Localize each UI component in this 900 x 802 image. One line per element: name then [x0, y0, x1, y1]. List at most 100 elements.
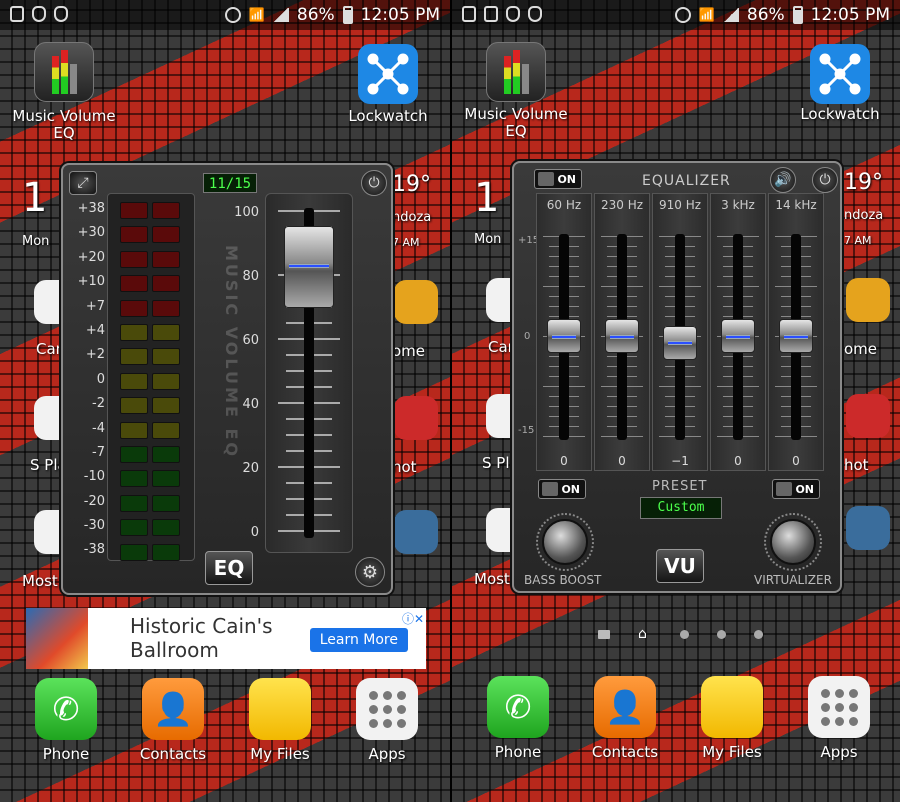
eq-mode-button[interactable]: EQ [205, 551, 253, 585]
my-files-app-icon[interactable] [701, 676, 763, 738]
status-bar: 📶 86% 12:05 PM [0, 0, 450, 30]
vu-segment [120, 470, 148, 488]
alarm-icon [224, 7, 241, 23]
network-icon [819, 53, 861, 95]
volume-scale-label: 0 [250, 525, 259, 540]
virtualizer-knob[interactable] [764, 513, 822, 571]
phone-app-icon[interactable]: ✆ [487, 676, 549, 738]
my-files-app-icon[interactable] [249, 678, 311, 740]
volume-scale-label: 80 [242, 269, 259, 284]
vu-segment [120, 226, 148, 244]
vu-segment [120, 324, 148, 341]
band-slider-knob[interactable] [779, 319, 813, 353]
vu-segment [120, 250, 148, 268]
ad-close-icon[interactable]: ⓘ✕ [402, 610, 424, 627]
volume-scale-label: 60 [242, 333, 259, 348]
dock-label-my-files: My Files [702, 743, 762, 761]
vu-segment [120, 519, 148, 537]
band-frequency-label: 60 Hz [546, 198, 582, 212]
battery-percent: 86% [746, 5, 785, 25]
band-value: 0 [734, 454, 742, 468]
dock-label-apps: Apps [820, 743, 858, 761]
vu-db-label: -10 [83, 469, 105, 485]
page-dot[interactable] [680, 629, 689, 639]
band-frequency-label: 230 Hz [600, 198, 644, 212]
band-slider-knob[interactable] [721, 319, 755, 353]
music-volume-eq-app-icon[interactable] [486, 42, 546, 102]
vu-segment [120, 421, 148, 439]
eq-band-3: 3 kHz 0 [710, 193, 766, 471]
chrome-app-icon[interactable] [846, 278, 890, 322]
vu-db-label: +2 [85, 347, 105, 363]
vu-segment [120, 372, 148, 390]
band-value: 0 [560, 454, 568, 468]
volume-slider-knob[interactable] [284, 226, 334, 309]
speaker-icon[interactable]: 🔊 [770, 167, 796, 193]
settings-gear-icon[interactable]: ⚙ [355, 557, 385, 587]
shield-icon [32, 6, 46, 22]
signal-icon [272, 8, 289, 22]
contacts-app-icon[interactable]: 👤 [142, 678, 204, 740]
power-icon[interactable]: ⏻ [361, 170, 387, 196]
power-icon[interactable]: ⏻ [812, 167, 838, 193]
shield-icon [506, 6, 520, 22]
page-dot[interactable] [717, 629, 726, 639]
vu-db-label: -7 [92, 444, 105, 460]
bass-boost-knob[interactable] [536, 513, 594, 571]
phone-icon: ✆ [504, 688, 532, 726]
expand-icon[interactable]: ⤢ [69, 171, 97, 195]
battery-icon [342, 6, 353, 24]
volume-slider-panel [265, 193, 353, 553]
vu-mode-button[interactable]: VU [656, 549, 704, 583]
clock-time: 12:05 PM [360, 5, 440, 25]
vu-segment [152, 299, 180, 317]
ad-cta-button[interactable]: Learn More [309, 628, 408, 652]
virtualizer-toggle[interactable]: ON [772, 479, 820, 499]
home-page-icon[interactable]: ⌂ [638, 627, 652, 641]
photo-widget[interactable] [846, 506, 890, 550]
menu-page-icon[interactable] [598, 629, 610, 639]
app-label-lockwatch: Lockwatch [348, 107, 428, 125]
page-indicator[interactable]: ⌂ [598, 627, 763, 641]
phone-app-icon[interactable]: ✆ [35, 678, 97, 740]
vu-segment [152, 324, 180, 341]
equalizer-widget: ON EQUALIZER 🔊 ⏻ +15 0 -15 60 Hz 0 230 Hz 0… [512, 161, 842, 593]
dock-label-contacts: Contacts [139, 745, 207, 763]
preset-selector[interactable]: Custom [640, 497, 722, 519]
db-label-zero: 0 [524, 331, 531, 342]
partial-clock: 1 [22, 175, 48, 221]
vu-segment [152, 372, 180, 390]
partial-updated: 7 AM [392, 236, 420, 249]
lockwatch-app-icon[interactable] [358, 44, 418, 104]
band-frequency-label: 910 Hz [658, 198, 702, 212]
apps-drawer-icon[interactable] [808, 676, 870, 738]
screenshot-app-icon[interactable] [394, 396, 438, 440]
dock-label-phone: Phone [494, 743, 542, 761]
eq-band-0: 60 Hz 0 [536, 193, 592, 471]
vu-meter [107, 193, 195, 561]
vu-db-labels: +38 +30 +20 +10 +7 +4 +2 0 -2 -4 -7 -10 -20 -30 -38 [73, 197, 105, 563]
band-slider-knob[interactable] [547, 319, 581, 353]
vu-segment [120, 275, 148, 293]
phone-icon: ✆ [52, 690, 80, 728]
dock-label-apps: Apps [368, 745, 406, 763]
apps-drawer-icon[interactable] [356, 678, 418, 740]
chrome-app-icon[interactable] [394, 280, 438, 324]
music-volume-widget: ⤢ 11/15 ⏻ +38 +30 +20 +10 +7 +4 +2 0 -2 -4 -7 -10 -2… [61, 163, 393, 595]
eq-on-toggle[interactable]: ON [534, 169, 582, 189]
partial-chrome-label: ome [844, 340, 878, 358]
band-slider-knob[interactable] [605, 319, 639, 353]
bass-boost-toggle[interactable]: ON [538, 479, 586, 499]
bass-boost-label: BASS BOOST [524, 573, 602, 587]
music-volume-eq-app-icon[interactable] [34, 42, 94, 102]
vu-db-label: -30 [83, 518, 105, 534]
photo-widget[interactable] [394, 510, 438, 554]
vu-segment [120, 543, 148, 561]
lockwatch-app-icon[interactable] [810, 44, 870, 104]
contacts-app-icon[interactable]: 👤 [594, 676, 656, 738]
app-label-music-volume-eq: Music Volume EQ [12, 107, 116, 142]
ad-banner[interactable]: Historic Cain's Ballroom Learn More ⓘ✕ [26, 608, 426, 669]
band-slider-knob[interactable] [663, 325, 697, 360]
page-dot[interactable] [754, 629, 763, 639]
screenshot-app-icon[interactable] [846, 394, 890, 438]
